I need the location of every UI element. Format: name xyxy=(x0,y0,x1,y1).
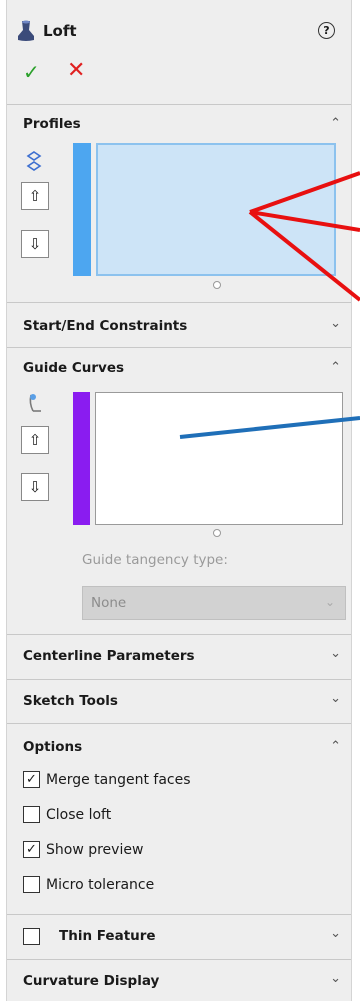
guide-curves-collapse-chevron-icon[interactable]: ⌃ xyxy=(330,360,341,375)
close-loft-label: Close loft xyxy=(46,806,112,823)
merge-tangent-faces-label: Merge tangent faces xyxy=(46,771,191,788)
profiles-section-title[interactable]: Profiles xyxy=(23,116,81,132)
show-preview-option[interactable]: ✓ Show preview xyxy=(23,841,143,858)
profiles-list-box[interactable] xyxy=(96,143,336,276)
divider xyxy=(7,723,351,724)
guide-tangency-type-value: None xyxy=(91,595,127,611)
guide-tangency-type-label: Guide tangency type: xyxy=(82,552,228,568)
panel-header: Loft ? ✓ ✕ xyxy=(7,0,351,104)
thin-feature-expand-chevron-icon[interactable]: ⌄ xyxy=(330,926,341,941)
centerline-expand-chevron-icon[interactable]: ⌄ xyxy=(330,646,341,661)
show-preview-label: Show preview xyxy=(46,841,144,858)
divider xyxy=(7,914,351,915)
ok-button[interactable]: ✓ xyxy=(23,60,40,84)
profile-selection-icon xyxy=(26,151,42,171)
profiles-color-bar xyxy=(73,143,91,276)
guide-curve-move-down-button[interactable]: ⇩ xyxy=(21,473,49,501)
loft-icon xyxy=(18,20,34,41)
curvature-display-section-title[interactable]: Curvature Display xyxy=(23,973,159,989)
thin-feature-section-title[interactable]: Thin Feature xyxy=(59,928,156,944)
combo-chevron-icon: ⌄ xyxy=(324,595,335,609)
divider xyxy=(7,959,351,960)
guide-curve-selection-icon xyxy=(29,394,41,412)
guide-tangency-type-select[interactable]: None ⌄ xyxy=(82,586,346,620)
profile-move-down-button[interactable]: ⇩ xyxy=(21,230,49,258)
start-end-constraints-section-title[interactable]: Start/End Constraints xyxy=(23,318,187,334)
guide-curves-list-box[interactable] xyxy=(95,392,343,525)
help-icon[interactable]: ? xyxy=(318,22,335,39)
sketch-tools-section-title[interactable]: Sketch Tools xyxy=(23,693,118,709)
title-row: Loft xyxy=(17,20,77,42)
profiles-collapse-chevron-icon[interactable]: ⌃ xyxy=(330,116,341,131)
close-loft-checkbox[interactable] xyxy=(23,806,40,823)
divider xyxy=(7,634,351,635)
guide-curves-color-bar xyxy=(73,392,90,525)
show-preview-checkbox[interactable]: ✓ xyxy=(23,841,40,858)
centerline-parameters-section-title[interactable]: Centerline Parameters xyxy=(23,648,195,664)
guide-curves-section-title[interactable]: Guide Curves xyxy=(23,360,124,376)
feature-title: Loft xyxy=(43,22,77,40)
merge-tangent-faces-option[interactable]: ✓ Merge tangent faces xyxy=(23,771,191,788)
sketch-tools-expand-chevron-icon[interactable]: ⌄ xyxy=(330,691,341,706)
divider xyxy=(7,679,351,680)
close-loft-option[interactable]: Close loft xyxy=(23,806,111,823)
guide-curve-move-up-button[interactable]: ⇧ xyxy=(21,426,49,454)
guide-curves-resize-grip[interactable] xyxy=(213,529,221,537)
profiles-resize-grip[interactable] xyxy=(213,281,221,289)
thin-feature-checkbox[interactable] xyxy=(23,928,40,945)
start-end-expand-chevron-icon[interactable]: ⌄ xyxy=(330,316,341,331)
merge-tangent-faces-checkbox[interactable]: ✓ xyxy=(23,771,40,788)
profile-move-up-button[interactable]: ⇧ xyxy=(21,182,49,210)
divider xyxy=(7,104,351,105)
cancel-button[interactable]: ✕ xyxy=(67,58,85,83)
property-manager-panel: Loft ? ✓ ✕ Profiles ⌃ ⇧ ⇩ Start/End Cons… xyxy=(6,0,352,1001)
curvature-display-expand-chevron-icon[interactable]: ⌄ xyxy=(330,971,341,986)
options-section-title[interactable]: Options xyxy=(23,739,82,755)
micro-tolerance-option[interactable]: Micro tolerance xyxy=(23,876,154,893)
micro-tolerance-checkbox[interactable] xyxy=(23,876,40,893)
divider xyxy=(7,347,351,348)
micro-tolerance-label: Micro tolerance xyxy=(46,876,155,893)
options-collapse-chevron-icon[interactable]: ⌃ xyxy=(330,739,341,754)
divider xyxy=(7,302,351,303)
